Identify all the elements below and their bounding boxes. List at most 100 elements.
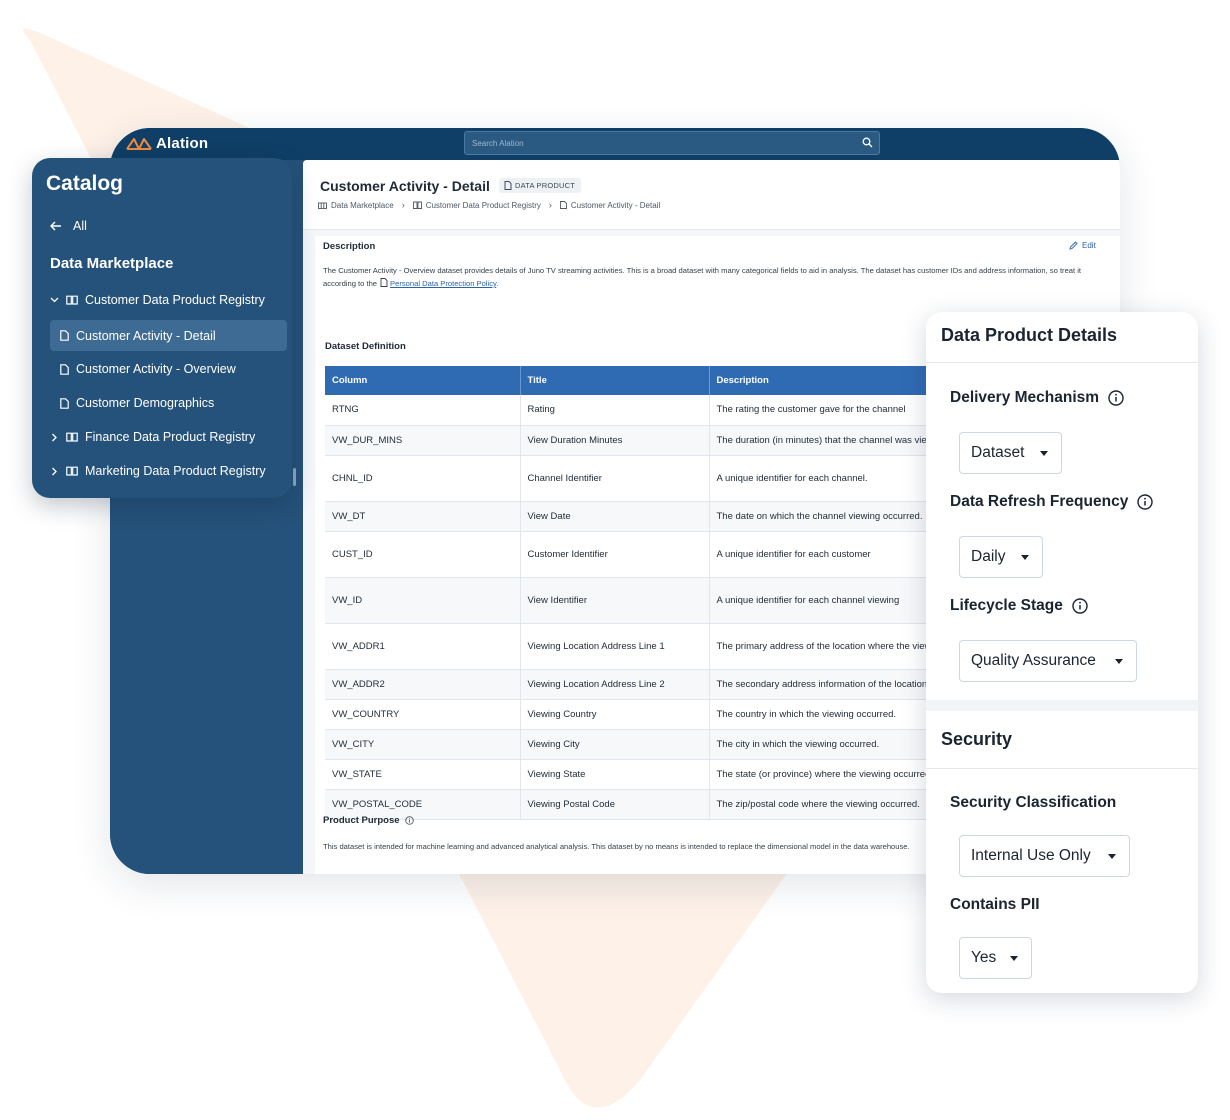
policy-document-icon bbox=[380, 278, 388, 287]
pencil-icon bbox=[1069, 241, 1078, 250]
column-name-cell: CHNL_ID bbox=[325, 455, 521, 502]
nav-label: Customer Activity - Detail bbox=[76, 328, 216, 343]
column-name-cell: VW_DUR_MINS bbox=[325, 425, 521, 456]
badge-label: DATA PRODUCT bbox=[515, 181, 576, 190]
info-icon[interactable] bbox=[404, 816, 414, 825]
search-bar[interactable] bbox=[464, 131, 880, 155]
table-row[interactable]: CHNL_ID Channel Identifier A unique identi… bbox=[325, 455, 945, 502]
table-body: RTNG Rating The rating the customer gave f… bbox=[325, 395, 945, 820]
title-cell: Viewing Postal Code bbox=[520, 789, 710, 820]
field-label-text: Contains PII bbox=[950, 896, 1040, 913]
dropdown-value: Yes bbox=[971, 949, 997, 966]
search-icon[interactable] bbox=[862, 137, 873, 148]
caret-down-icon bbox=[1115, 658, 1123, 664]
column-name-cell: VW_ID bbox=[325, 577, 521, 624]
policy-link[interactable]: Personal Data Protection Policy bbox=[390, 279, 496, 288]
dataset-table: Column Title Description RTNG Rating The r… bbox=[325, 366, 945, 820]
info-icon[interactable] bbox=[1072, 598, 1088, 614]
divider bbox=[926, 362, 1198, 363]
dataset-table-wrapper[interactable]: Column Title Description RTNG Rating The r… bbox=[325, 366, 945, 820]
nav-registry-finance[interactable]: Finance Data Product Registry bbox=[50, 430, 255, 444]
book-icon bbox=[412, 201, 422, 209]
nav-label: Customer Data Product Registry bbox=[85, 293, 265, 307]
edit-label: Edit bbox=[1082, 241, 1096, 250]
arrow-left-icon bbox=[50, 221, 61, 231]
description-end: . bbox=[496, 279, 499, 288]
table-row[interactable]: VW_STATE Viewing State The state (or provi… bbox=[325, 759, 945, 790]
column-name-cell: VW_ADDR1 bbox=[325, 623, 521, 670]
column-name-cell: VW_CITY bbox=[325, 729, 521, 760]
nav-registry-customer[interactable]: Customer Data Product Registry bbox=[50, 293, 265, 307]
column-name-cell: VW_STATE bbox=[325, 759, 521, 790]
data-refresh-frequency-dropdown[interactable]: Daily bbox=[959, 536, 1043, 578]
table-row[interactable]: CUST_ID Customer Identifier A unique ident… bbox=[325, 531, 945, 578]
breadcrumb: Data Marketplace › Customer Data Product… bbox=[318, 200, 660, 210]
breadcrumb-item-marketplace[interactable]: Data Marketplace bbox=[318, 201, 394, 210]
nav-registry-marketing[interactable]: Marketing Data Product Registry bbox=[50, 464, 266, 478]
description-cell: The primary address of the location wher… bbox=[709, 623, 945, 670]
table-row[interactable]: VW_DUR_MINS View Duration Minutes The dura… bbox=[325, 425, 945, 456]
nav-item-activity-detail[interactable]: Customer Activity - Detail bbox=[50, 320, 287, 351]
info-icon[interactable] bbox=[1108, 390, 1124, 406]
sidebar-resize-handle[interactable] bbox=[293, 468, 296, 486]
chevron-right-icon bbox=[52, 433, 57, 441]
logo-text: Alation bbox=[156, 135, 209, 152]
edit-button[interactable]: Edit bbox=[1069, 241, 1096, 250]
table-row[interactable]: VW_ADDR1 Viewing Location Address Line 1T… bbox=[325, 623, 945, 670]
delivery-mechanism-dropdown[interactable]: Dataset bbox=[959, 432, 1062, 474]
table-row[interactable]: VW_DT View Date The date on which the chan… bbox=[325, 501, 945, 532]
document-icon bbox=[60, 397, 69, 409]
description-cell: The date on which the channel viewing oc… bbox=[709, 501, 945, 532]
table-row[interactable]: RTNG Rating The rating the customer gave f… bbox=[325, 395, 945, 426]
details-heading: Data Product Details bbox=[941, 325, 1118, 345]
column-name-cell: RTNG bbox=[325, 395, 521, 426]
lifecycle-stage-dropdown[interactable]: Quality Assurance bbox=[959, 640, 1137, 682]
table-row[interactable]: VW_CITY Viewing City The city in which the… bbox=[325, 729, 945, 760]
caret-down-icon bbox=[1021, 554, 1029, 560]
breadcrumb-item-registry[interactable]: Customer Data Product Registry bbox=[412, 201, 541, 210]
description-cell: The country in which the viewing occurre… bbox=[709, 699, 945, 730]
nav-item-activity-overview[interactable]: Customer Activity - Overview bbox=[60, 362, 236, 376]
description-cell: The zip/postal code where the viewing oc… bbox=[709, 789, 945, 820]
marketplace-title: Data Marketplace bbox=[50, 255, 174, 272]
product-purpose-label: Product Purpose bbox=[323, 815, 414, 826]
breadcrumb-item-current[interactable]: Customer Activity - Detail bbox=[559, 200, 661, 210]
dropdown-value: Daily bbox=[971, 548, 1006, 565]
dropdown-value: Quality Assurance bbox=[971, 652, 1096, 669]
field-label-text: Delivery Mechanism bbox=[950, 389, 1100, 406]
document-icon bbox=[60, 330, 69, 341]
table-row[interactable]: VW_POSTAL_CODE Viewing Postal Code The zip… bbox=[325, 789, 945, 820]
chevron-right-icon: › bbox=[548, 200, 552, 210]
book-icon bbox=[66, 295, 78, 305]
security-heading: Security bbox=[941, 729, 1013, 749]
nav-item-demographics[interactable]: Customer Demographics bbox=[60, 396, 214, 410]
description-cell: The duration (in minutes) that the chann… bbox=[709, 425, 945, 456]
alation-logo[interactable]: Alation bbox=[126, 135, 208, 152]
data-product-badge: DATA PRODUCT bbox=[499, 178, 582, 193]
column-header[interactable]: Title bbox=[520, 366, 710, 395]
table-row[interactable]: VW_ADDR2 Viewing Location Address Line 2T… bbox=[325, 669, 945, 700]
title-cell: View Duration Minutes bbox=[520, 425, 710, 456]
title-cell: Viewing Country bbox=[520, 699, 710, 730]
document-icon bbox=[559, 201, 567, 209]
info-icon[interactable] bbox=[1137, 494, 1154, 510]
column-header[interactable]: Column bbox=[325, 366, 521, 395]
title-cell: Rating bbox=[520, 395, 710, 426]
title-cell: View Identifier bbox=[520, 577, 710, 624]
table-row[interactable]: VW_ID View Identifier A unique identifier … bbox=[325, 577, 945, 624]
nav-back-all[interactable]: All bbox=[50, 219, 87, 233]
description-cell: The city in which the viewing occurred. bbox=[709, 729, 945, 760]
field-label-text: Lifecycle Stage bbox=[950, 597, 1063, 614]
page-header: Customer Activity - Detail DATA PRODUCT … bbox=[303, 160, 1120, 230]
field-label-text: Security Classification bbox=[950, 794, 1117, 811]
top-navigation-bar: Alation bbox=[110, 128, 1120, 160]
contains-pii-dropdown[interactable]: Yes bbox=[959, 937, 1032, 979]
search-input[interactable] bbox=[465, 132, 855, 154]
data-product-details-panel: Data Product Details Delivery Mechanism … bbox=[926, 312, 1198, 993]
table-row[interactable]: VW_COUNTRY Viewing Country The country in … bbox=[325, 699, 945, 730]
description-label: Description bbox=[323, 241, 376, 252]
security-classification-dropdown[interactable]: Internal Use Only bbox=[959, 835, 1130, 877]
breadcrumb-label: Customer Activity - Detail bbox=[570, 200, 661, 210]
book-icon bbox=[66, 432, 78, 442]
column-header[interactable]: Description bbox=[709, 366, 945, 395]
